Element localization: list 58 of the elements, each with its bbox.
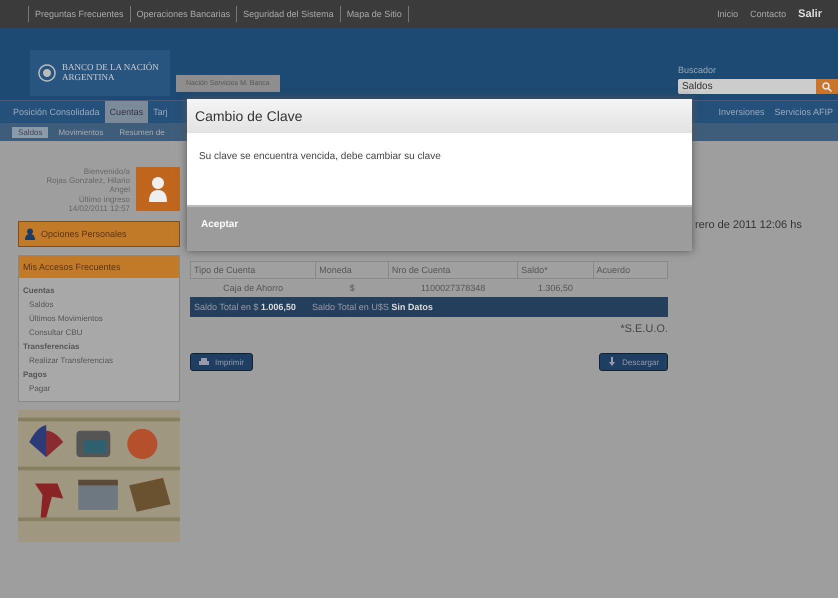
search-field[interactable]: Saldos — [678, 79, 816, 94]
subnav-tab[interactable]: Movimientos — [52, 126, 110, 138]
column-header: Tipo de Cuenta — [190, 262, 316, 278]
print-button[interactable]: Imprimir — [190, 353, 253, 371]
nav-tab[interactable]: Posición Consolidada — [8, 101, 105, 123]
shortcut-group: Cuentas — [23, 286, 175, 295]
shortcut-link[interactable]: Últimos Movimientos — [23, 314, 175, 323]
accept-button[interactable]: Aceptar — [201, 219, 238, 230]
nav-tab[interactable]: Tarj — [148, 101, 173, 123]
total-text: Saldo Total en U$S Sin Datos — [312, 302, 433, 312]
column-header: Moneda — [316, 262, 388, 278]
disclaimer-note: *S.E.U.O. — [619, 323, 668, 335]
personal-options-button[interactable]: Opciones Personales — [18, 220, 180, 247]
search-button[interactable] — [816, 79, 838, 94]
nav-tab[interactable]: Inversiones — [713, 101, 770, 123]
user-info-text: Bienvenido/a — [82, 167, 130, 176]
user-info-text: Rojas Gonzalez, Hilario — [46, 176, 130, 186]
avatar-icon — [136, 167, 180, 211]
person-icon — [25, 228, 35, 240]
table-cell: $ — [316, 278, 388, 297]
shortcut-link[interactable]: Consultar CBU — [23, 328, 175, 337]
user-info-text: Angel — [108, 185, 130, 195]
shortcut-link[interactable]: Saldos — [23, 300, 175, 309]
date-time-text: rero de 2011 12:06 hs — [695, 219, 802, 231]
search-label: Buscador — [678, 65, 718, 75]
promo-products-drawing[interactable] — [18, 410, 180, 542]
top-link[interactable]: Salir — [792, 8, 828, 20]
shortcut-link[interactable]: Realizar Transferencias — [23, 356, 175, 365]
table-cell: 1.306,50 — [518, 278, 594, 297]
top-link[interactable]: Contacto — [744, 9, 792, 19]
top-link[interactable]: Seguridad del Sistema — [236, 6, 341, 22]
subnav-tab[interactable]: Saldos — [12, 126, 48, 138]
column-header: Acuerdo — [593, 262, 668, 278]
top-link[interactable]: Operaciones Bancarias — [130, 6, 238, 22]
shortcut-group: Pagos — [23, 370, 175, 379]
dialog-message: Su clave se encuentra vencida, debe cambiar su clave — [198, 150, 442, 164]
table-cell: 1100027378348 — [388, 278, 518, 297]
shortcut-link[interactable]: Pagar — [23, 384, 175, 393]
column-header: Nro de Cuenta — [388, 262, 518, 278]
bank-logo[interactable]: BANCO DE LA NACIÓN ARGENTINA — [30, 50, 170, 96]
user-info-text: 14/02/2011 12:57 — [67, 204, 130, 213]
subnav-tab[interactable]: Resumen de — [113, 126, 171, 138]
top-link[interactable]: Preguntas Frecuentes — [28, 6, 131, 22]
shortcuts-title: Mis Accesos Frecuentes — [19, 256, 179, 278]
nav-tab[interactable]: Servicios AFIP — [769, 101, 838, 123]
table-cell: Caja de Ahorro — [190, 278, 316, 297]
dialog-title: Cambio de Clave — [187, 99, 692, 133]
download-icon — [608, 357, 616, 367]
printer-icon — [199, 358, 209, 366]
top-link[interactable]: Inicio — [711, 9, 744, 19]
search-icon — [822, 82, 832, 92]
top-link[interactable]: Mapa de Sitio — [340, 6, 409, 22]
download-button[interactable]: Descargar — [599, 353, 668, 371]
nav-tab[interactable]: Cuentas — [104, 101, 148, 123]
total-text: Saldo Total en $ 1.006,50 — [194, 302, 296, 312]
shortcut-group: Transferencias — [23, 342, 175, 351]
column-header: Saldo* — [518, 262, 594, 278]
user-info-text: Último ingreso — [78, 194, 130, 204]
